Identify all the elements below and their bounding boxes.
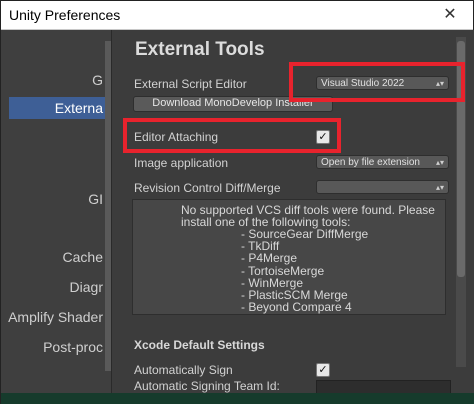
sidebar-item-post-processing[interactable]: Post-proc xyxy=(43,339,103,355)
sidebar-item-gi[interactable]: GI xyxy=(88,191,103,207)
sidebar-item-cache[interactable]: Cache xyxy=(63,249,103,265)
vcs-tool-item: - Beyond Compare 4 xyxy=(241,300,352,315)
vcs-message: No supported VCS diff tools were found. … xyxy=(181,204,435,229)
sidebar-scrollbar[interactable] xyxy=(105,41,111,371)
sidebar: G Externa GI Cache Diagr Amplify Shader … xyxy=(1,30,112,404)
dropdown-arrow-icon: ▴▾ xyxy=(435,183,444,192)
image-application-label: Image application xyxy=(134,156,229,170)
vcs-tool-list: - SourceGear DiffMerge - TkDiff - P4Merg… xyxy=(241,228,368,315)
xcode-settings-title: Xcode Default Settings xyxy=(134,338,265,352)
automatically-sign-label: Automatically Sign xyxy=(134,363,233,377)
team-id-label: Automatic Signing Team Id: xyxy=(134,379,280,393)
highlight-box-script-editor xyxy=(289,62,465,102)
automatically-sign-checkbox[interactable]: ✓ xyxy=(316,363,330,377)
section-title: External Tools xyxy=(135,39,265,60)
revision-control-dropdown[interactable]: ▴▾ xyxy=(316,180,449,194)
image-application-dropdown[interactable]: Open by file extension ▴▾ xyxy=(316,155,449,169)
vcs-tool-item: - TortoiseMerge xyxy=(241,263,325,278)
script-editor-label: External Script Editor xyxy=(134,77,247,91)
revision-control-label: Revision Control Diff/Merge xyxy=(134,181,281,195)
highlight-box-editor-attaching xyxy=(123,118,341,153)
preferences-window: Unity Preferences ✕ G Externa GI Cache D… xyxy=(0,0,474,404)
sidebar-item-external-tools[interactable]: Externa xyxy=(9,97,111,119)
image-application-value: Open by file extension xyxy=(321,157,420,168)
sidebar-item-amplify-shader[interactable]: Amplify Shader xyxy=(8,309,103,325)
window-title: Unity Preferences xyxy=(9,7,121,23)
close-icon[interactable]: ✕ xyxy=(441,5,459,23)
title-bar: Unity Preferences ✕ xyxy=(1,1,473,30)
vcs-tool-item: - P4Merge xyxy=(241,251,298,266)
background-strip xyxy=(1,393,474,404)
dropdown-arrow-icon: ▴▾ xyxy=(435,158,444,167)
sidebar-item-diagnostics[interactable]: Diagr xyxy=(70,279,103,295)
sidebar-item-general[interactable]: G xyxy=(92,72,103,88)
